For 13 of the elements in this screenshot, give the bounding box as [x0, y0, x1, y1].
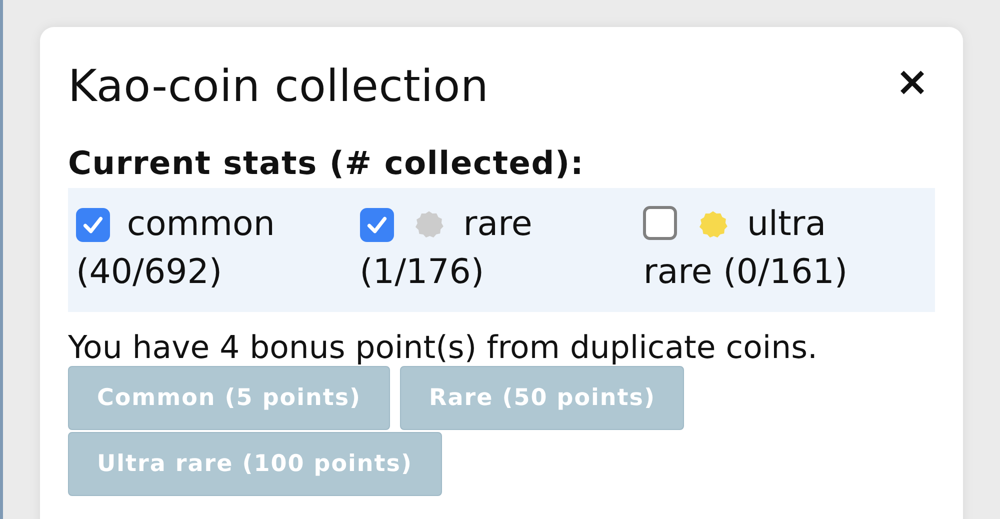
filter-count: rare (0/161): [643, 251, 849, 294]
filter-count: (1/176): [360, 251, 486, 294]
bonus-text: You have 4 bonus point(s) from duplicate coins.: [68, 330, 818, 366]
filter-label: ultra: [746, 204, 826, 244]
checkbox[interactable]: [76, 208, 110, 242]
close-button[interactable]: ×: [889, 62, 935, 102]
stats-heading: Current stats (# collected):: [68, 144, 586, 182]
checkbox[interactable]: [643, 206, 678, 240]
dialog-title: Kao-coin collection: [68, 61, 489, 112]
checkbox[interactable]: [360, 208, 394, 242]
filter-label: common: [126, 204, 275, 244]
filter-count: (40/692): [76, 251, 224, 294]
filter-label: rare: [463, 204, 532, 244]
